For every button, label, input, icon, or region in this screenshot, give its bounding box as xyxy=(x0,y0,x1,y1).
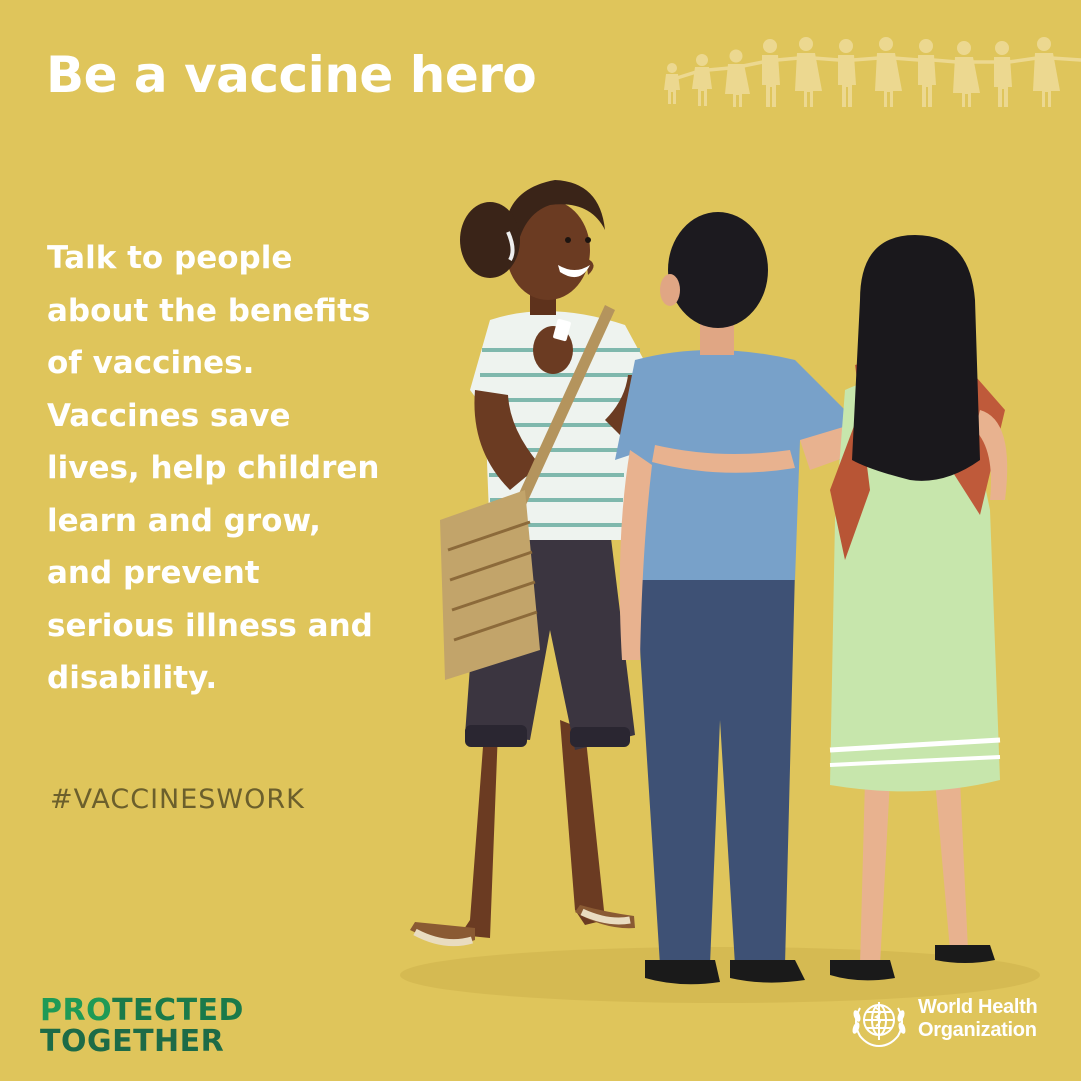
body-line: learn and grow, xyxy=(47,502,321,539)
campaign-logo-tected: TECTED xyxy=(112,993,244,1028)
woman-with-bag-figure xyxy=(410,180,652,947)
body-line: about the benefits xyxy=(47,292,371,329)
body-line: lives, help children xyxy=(47,450,380,486)
people-chain-illustration xyxy=(664,37,1081,107)
body-line: and prevent xyxy=(47,555,260,591)
protected-together-logo: PROTECTED TOGETHER xyxy=(40,995,244,1057)
body-line: serious illness and xyxy=(47,607,373,644)
body-message: Talk to people about the benefits of vac… xyxy=(47,232,379,705)
who-logo-line1: World Health xyxy=(918,996,1038,1018)
woman-in-green-dress-figure xyxy=(829,235,1008,981)
hashtag: #VACCINESWORK xyxy=(50,784,305,815)
campaign-logo-together: TOGETHER xyxy=(40,1024,225,1059)
who-logo-line2: Organization xyxy=(918,1019,1037,1041)
vaccine-hero-poster: Be a vaccine hero Talk to people about t… xyxy=(0,0,1081,1081)
body-line: Talk to people xyxy=(47,240,293,276)
three-people-talking-illustration xyxy=(400,180,1040,1003)
campaign-logo-pro: PRO xyxy=(40,993,113,1028)
who-logo-text: World Health Organization xyxy=(918,996,1038,1042)
who-emblem-icon xyxy=(852,1002,906,1048)
body-line: of vaccines. xyxy=(47,345,255,381)
poster-title: Be a vaccine hero xyxy=(46,46,537,104)
body-line: Vaccines save xyxy=(47,397,291,434)
body-line: disability. xyxy=(47,660,218,696)
